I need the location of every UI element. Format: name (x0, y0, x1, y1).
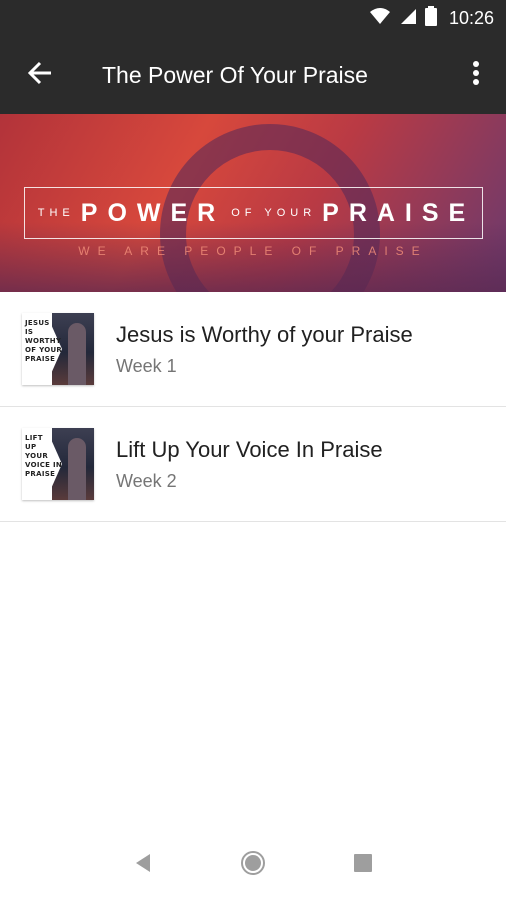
item-subtitle: Week 1 (116, 355, 177, 376)
back-arrow-icon (27, 60, 53, 91)
nav-home-icon[interactable] (240, 850, 266, 881)
nav-recents-icon[interactable] (354, 853, 372, 877)
list-item[interactable]: JESUS IS WORTHY OF YOUR PRAISE Jesus is … (0, 292, 506, 407)
banner-power: POWER (80, 198, 226, 227)
thumbnail-text: LIFT UP YOUR VOICE IN PRAISE (25, 434, 62, 478)
overflow-menu-button[interactable] (446, 36, 506, 114)
banner-title: THE POWER OF YOUR PRAISE (24, 187, 483, 239)
banner-subtitle: WE ARE PEOPLE OF PRAISE (78, 244, 428, 258)
app-bar: The Power Of Your Praise (0, 36, 506, 114)
back-button[interactable] (0, 36, 80, 114)
sermon-thumbnail: JESUS IS WORTHY OF YOUR PRAISE (22, 313, 94, 385)
item-subtitle: Week 2 (116, 470, 177, 491)
signal-icon (399, 7, 417, 30)
wifi-icon (369, 7, 391, 30)
sermon-thumbnail: LIFT UP YOUR VOICE IN PRAISE (22, 428, 94, 500)
banner-praise: PRAISE (322, 198, 476, 227)
thumbnail-speaker (68, 438, 86, 500)
banner-the: THE (37, 207, 75, 219)
status-time: 10:26 (448, 7, 494, 28)
thumbnail-text: JESUS IS WORTHY OF YOUR PRAISE (25, 319, 63, 363)
system-nav-bar (0, 830, 506, 900)
thumbnail-speaker (68, 323, 86, 385)
series-banner: THE POWER OF YOUR PRAISE WE ARE PEOPLE O… (0, 114, 506, 292)
item-title: Jesus is Worthy of your Praise (116, 321, 413, 347)
more-vertical-icon (472, 60, 480, 91)
sermon-list: JESUS IS WORTHY OF YOUR PRAISE Jesus is … (0, 292, 506, 522)
page-title: The Power Of Your Praise (102, 61, 368, 88)
item-title: Lift Up Your Voice In Praise (116, 436, 383, 462)
list-item[interactable]: LIFT UP YOUR VOICE IN PRAISE Lift Up You… (0, 407, 506, 522)
status-bar: 10:26 (0, 0, 506, 36)
nav-back-icon[interactable] (134, 853, 152, 878)
battery-icon (424, 5, 437, 31)
banner-of-your: OF YOUR (231, 207, 317, 219)
